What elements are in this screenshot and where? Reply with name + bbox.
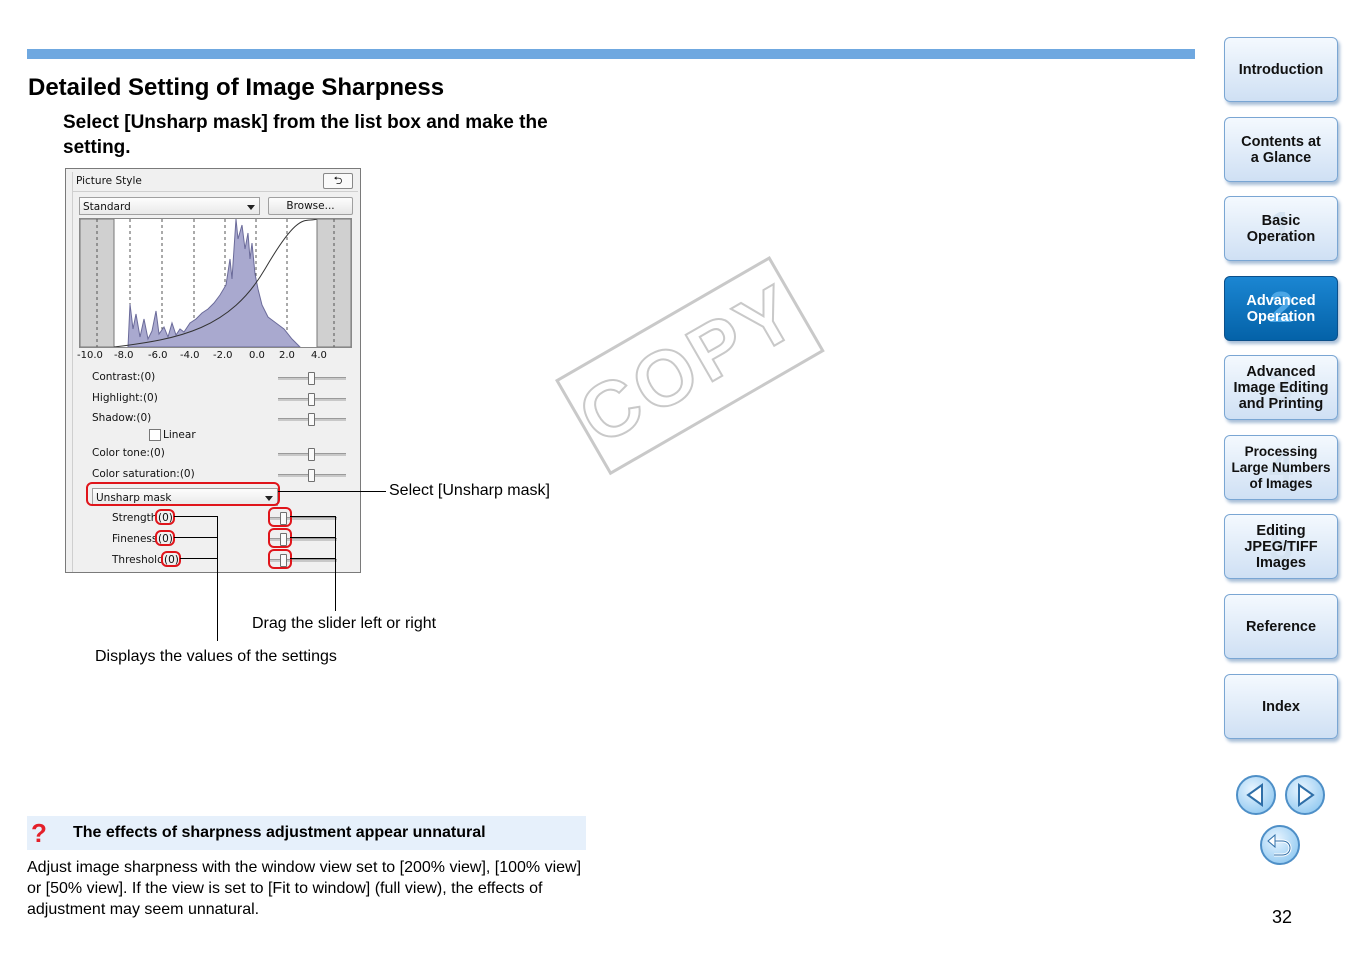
- axis-label: -6.0: [148, 350, 168, 361]
- picture-style-select[interactable]: Standard: [79, 197, 260, 215]
- highlight-ring: [268, 528, 292, 548]
- callout-select: Select [Unsharp mask]: [389, 482, 550, 499]
- tone-curve-histogram[interactable]: [79, 218, 352, 348]
- step-instruction: Select [Unsharp mask] from the list box …: [63, 112, 548, 158]
- browse-button[interactable]: Browse...: [268, 197, 353, 215]
- callout-line: [335, 516, 336, 611]
- question-icon: ?: [31, 818, 47, 848]
- nav-basic-operation[interactable]: 1 Basic Operation: [1224, 196, 1338, 261]
- slider-thumb[interactable]: [308, 393, 315, 406]
- panel-body: Picture Style ⮌ Standard Browse... -10.0…: [72, 172, 358, 572]
- chevron-down-icon: [247, 205, 255, 210]
- callout-line: [180, 558, 218, 559]
- callout-line: [290, 516, 335, 517]
- nav-label: Reference: [1245, 618, 1317, 635]
- nav-label: Basic Operation: [1246, 212, 1316, 245]
- highlight-ring: [155, 509, 175, 525]
- axis-label: -10.0: [77, 350, 103, 361]
- nav-label: Processing Large Numbers of Images: [1231, 443, 1331, 491]
- nav-label: Advanced Operation: [1246, 292, 1316, 325]
- nav-label: Advanced Image Editing and Printing: [1233, 363, 1329, 412]
- highlight-ring: [86, 482, 280, 506]
- axis-label: 2.0: [279, 350, 295, 361]
- highlight-ring: [155, 530, 175, 546]
- contrast-label: Contrast:(0): [92, 371, 156, 383]
- nav-introduction[interactable]: Introduction: [1224, 37, 1338, 102]
- arrow-left-icon: [1246, 783, 1263, 807]
- nav-reference[interactable]: Reference: [1224, 594, 1338, 659]
- panel-title: Picture Style: [76, 175, 142, 187]
- linear-checkbox[interactable]: [149, 429, 161, 441]
- highlight-ring: [268, 507, 292, 527]
- picture-style-panel: Picture Style ⮌ Standard Browse... -10.0…: [65, 168, 361, 573]
- nav-advanced-image-editing[interactable]: 3 Advanced Image Editing and Printing: [1224, 355, 1338, 420]
- axis-label: 0.0: [249, 350, 265, 361]
- callout-line: [217, 516, 218, 641]
- slider-thumb[interactable]: [308, 448, 315, 461]
- undo-icon: ⮌: [333, 174, 343, 187]
- axis-label: -4.0: [180, 350, 200, 361]
- color-saturation-slider[interactable]: [278, 469, 346, 482]
- previous-page-button[interactable]: [1236, 775, 1276, 815]
- return-button[interactable]: [1260, 825, 1300, 865]
- nav-label: Editing JPEG/TIFF Images: [1244, 522, 1318, 571]
- page-number: 32: [1272, 907, 1293, 927]
- callout-line: [174, 537, 218, 538]
- color-tone-slider[interactable]: [278, 448, 346, 461]
- contrast-slider[interactable]: [278, 372, 346, 385]
- slider-thumb[interactable]: [308, 469, 315, 482]
- undo-button[interactable]: ⮌: [323, 173, 353, 189]
- arrow-right-icon: [1298, 783, 1315, 807]
- nav-label: Index: [1262, 698, 1300, 715]
- slider-thumb[interactable]: [308, 372, 315, 385]
- callout-line: [290, 537, 335, 538]
- color-tone-label: Color tone:(0): [92, 447, 165, 459]
- copy-watermark: COPY: [555, 256, 825, 476]
- tip-body: Adjust image sharpness with the window v…: [27, 859, 582, 918]
- histogram-graphic: [79, 218, 352, 348]
- color-saturation-label: Color saturation:(0): [92, 468, 195, 480]
- axis-label: 4.0: [311, 350, 327, 361]
- axis-label: -8.0: [114, 350, 134, 361]
- shadow-label: Shadow:(0): [92, 412, 152, 424]
- nav-advanced-operation[interactable]: 2 Advanced Operation: [1224, 276, 1338, 341]
- axis-label: -2.0: [213, 350, 233, 361]
- return-icon: [1267, 833, 1292, 857]
- callout-drag: Drag the slider left or right: [252, 615, 437, 632]
- tip-title: The effects of sharpness adjustment appe…: [73, 824, 486, 841]
- highlight-slider[interactable]: [278, 393, 346, 406]
- highlight-ring: [268, 549, 292, 569]
- callout-line: [290, 558, 335, 559]
- shadow-slider[interactable]: [278, 413, 346, 426]
- callout-values: Displays the values of the settings: [95, 648, 337, 665]
- nav-index[interactable]: Index: [1224, 674, 1338, 739]
- linear-label: Linear: [163, 429, 196, 441]
- callout-line: [278, 491, 386, 492]
- fineness-label: Fineness: [112, 533, 158, 545]
- watermark-text: COPY: [563, 266, 814, 463]
- nav-editing-jpeg-tiff[interactable]: 5 Editing JPEG/TIFF Images: [1224, 514, 1338, 579]
- nav-label: Introduction: [1238, 61, 1324, 78]
- slider-thumb[interactable]: [308, 413, 315, 426]
- header-bar: [27, 49, 1195, 59]
- picture-style-value: Standard: [83, 201, 131, 213]
- next-page-button[interactable]: [1285, 775, 1325, 815]
- strength-label: Strength: [112, 512, 158, 524]
- nav-contents-at-a-glance[interactable]: Contents at a Glance: [1224, 117, 1338, 182]
- divider: [73, 191, 358, 192]
- threshold-label: Threshold: [112, 554, 164, 566]
- highlight-label: Highlight:(0): [92, 392, 158, 404]
- nav-label: Contents at a Glance: [1241, 133, 1321, 166]
- callout-line: [174, 516, 218, 517]
- page-title: Detailed Setting of Image Sharpness: [28, 74, 445, 101]
- highlight-ring: [161, 551, 181, 567]
- nav-processing-large-numbers[interactable]: 4 Processing Large Numbers of Images: [1224, 435, 1338, 500]
